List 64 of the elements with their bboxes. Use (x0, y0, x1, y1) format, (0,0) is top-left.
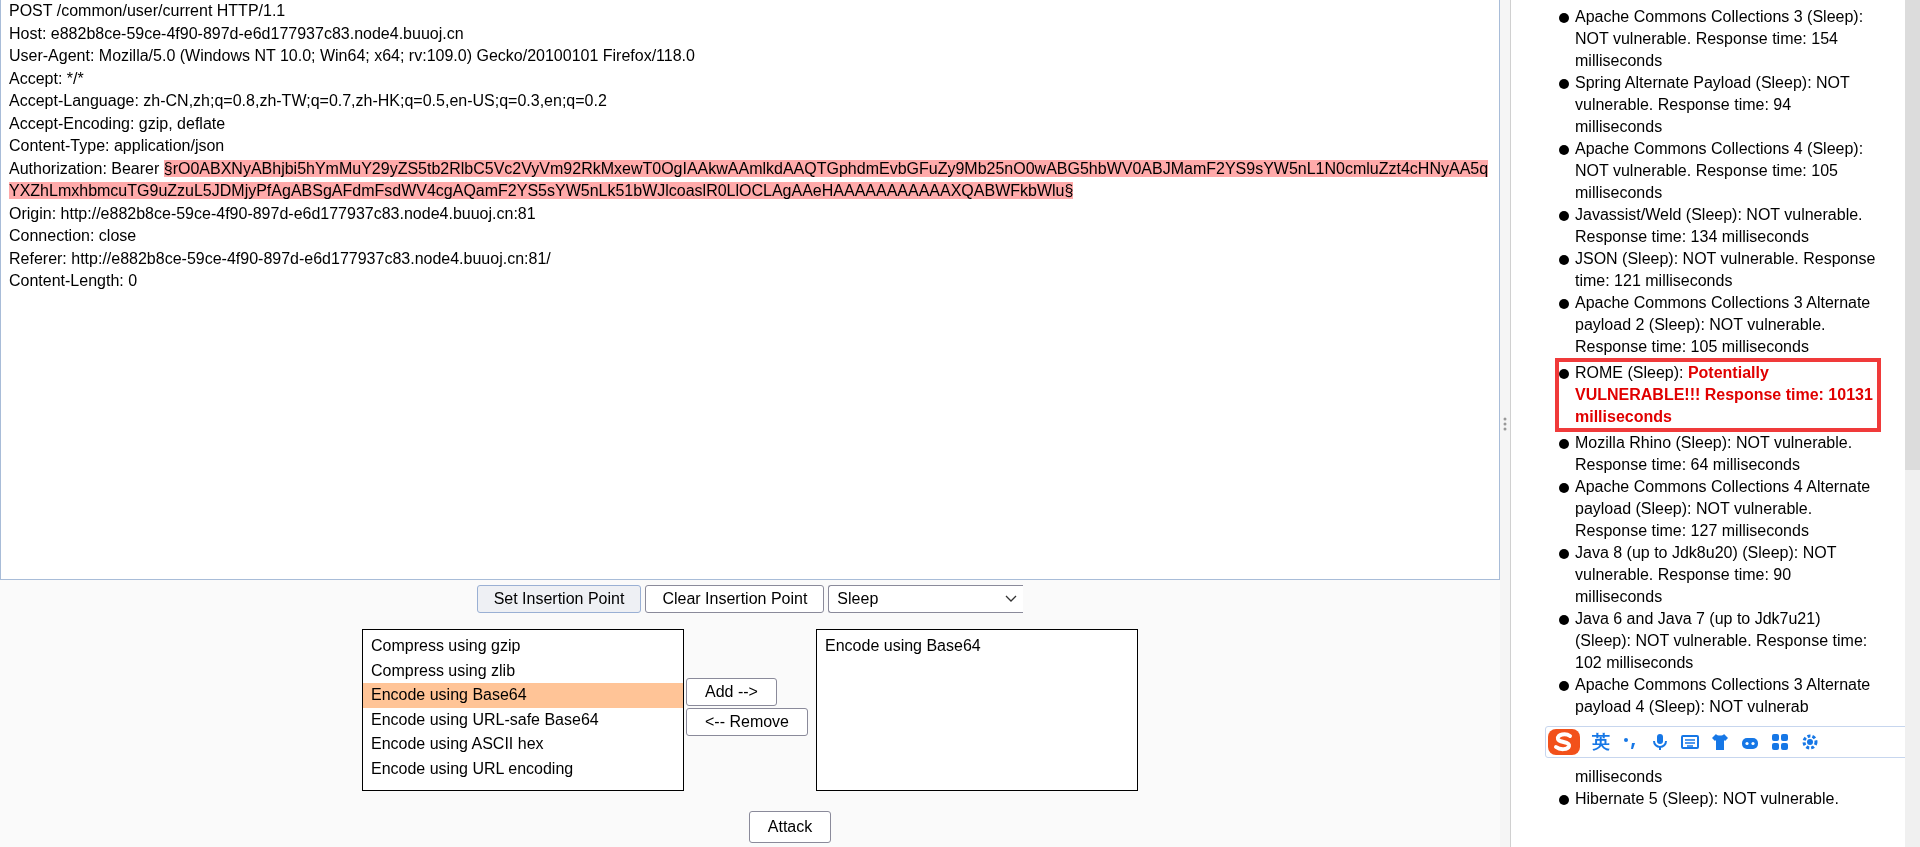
bullet-icon (1559, 299, 1569, 309)
remove-button[interactable]: <-- Remove (686, 708, 808, 736)
result-text: Hibernate 5 (Sleep): NOT vulnerable. (1575, 789, 1839, 809)
request-line: Referer: http://e882b8ce-59ce-4f90-897d-e6d177937c83.node4.buuoj.cn:81/ (9, 248, 552, 269)
result-text: Java 8 (up to Jdk8u20) (Sleep): NOT vulnerable. Response time: 90 milliseconds (1575, 543, 1838, 607)
splitter-handle-icon[interactable] (1503, 416, 1507, 431)
clear-insertion-point-button[interactable]: Clear Insertion Point (645, 585, 825, 613)
bullet-icon (1559, 615, 1569, 625)
bullet-icon (1559, 369, 1569, 379)
selected-encoder-list[interactable]: Encode using Base64 (816, 629, 1138, 791)
result-text: Apache Commons Collections 3 Alternate payload 4 (Sleep): NOT vulnerab (1575, 675, 1872, 717)
request-line: POST /common/user/current HTTP/1.1 (9, 1, 287, 21)
logo-icon[interactable] (1546, 727, 1582, 757)
attack-button[interactable]: Attack (748, 811, 832, 843)
result-text: milliseconds (1574, 767, 1663, 787)
result-text: Apache Commons Collections 3 (Sleep): NOT vulnerable. Response time: 154 milliseconds (1575, 7, 1865, 71)
bullet-icon (1559, 795, 1569, 805)
encoder-option[interactable]: Encode using Base64 (363, 683, 683, 708)
caret-icon (1005, 595, 1018, 603)
payload-dropdown[interactable]: Sleep (828, 585, 1024, 613)
input-mode-label[interactable]: 英 (1592, 731, 1610, 753)
result-text: Spring Alternate Payload (Sleep): NOT vulnerable. Response time: 94 milliseconds (1575, 73, 1851, 137)
bullet-icon (1559, 13, 1569, 23)
encoder-option[interactable]: Compress using zlib (363, 658, 683, 683)
shirt-icon[interactable] (1710, 732, 1730, 752)
bullet-icon (1559, 681, 1569, 691)
set-insertion-point-button[interactable]: Set Insertion Point (476, 585, 642, 613)
request-line: User-Agent: Mozilla/5.0 (Windows NT 10.0; Win64; x64; rv:109.0) Gecko/20100101 Firefox/118.0 (9, 46, 696, 66)
request-line: Accept-Language: zh-CN,zh;q=0.8,zh-TW;q=0.7,zh-HK;q=0.5,en-US;q=0.3,en;q=0.2 (9, 91, 608, 111)
result-text: Apache Commons Collections 4 (Sleep): NOT vulnerable. Response time: 105 milliseconds (1575, 139, 1865, 203)
bullet-icon (1559, 439, 1569, 449)
request-editor[interactable] (0, 0, 1500, 580)
request-line: Origin: http://e882b8ce-59ce-4f90-897d-e6d177937c83.node4.buuoj.cn:81 (9, 203, 537, 224)
bullet-icon (1559, 211, 1569, 221)
encoder-option[interactable]: Encode using URL-safe Base64 (363, 707, 683, 732)
bullet-icon (1559, 255, 1569, 265)
result-text: ROME (Sleep): Potentially VULNERABLE!!! Response time: 10131 milliseconds (1575, 363, 1874, 427)
request-line: Accept: */* (9, 68, 85, 89)
result-text: Javassist/Weld (Sleep): NOT vulnerable. Response time: 134 milliseconds (1575, 205, 1864, 247)
result-text: Apache Commons Collections 3 Alternate payload 2 (Sleep): NOT vulnerable. Response time: 105 milliseconds (1575, 293, 1872, 357)
request-line: Accept-Encoding: gzip, deflate (9, 113, 227, 134)
request-line: Content-Length: 0 (9, 271, 139, 291)
bullet-icon (1559, 483, 1569, 493)
scrollbar[interactable] (1905, 0, 1920, 847)
result-text: JSON (Sleep): NOT vulnerable. Response time: 121 milliseconds (1575, 249, 1877, 291)
microphone-icon[interactable] (1650, 732, 1670, 752)
request-line: Content-Type: application/json (9, 136, 226, 156)
result-text: Apache Commons Collections 4 Alternate payload (Sleep): NOT vulnerable. Response time: 127 milliseconds (1575, 477, 1872, 541)
gear-icon[interactable] (1800, 732, 1820, 752)
add-button[interactable]: Add --> (686, 678, 777, 706)
result-text: Java 6 and Java 7 (up to Jdk7u21) (Sleep): NOT vulnerable. Response time: 102 milliseconds (1575, 609, 1869, 673)
bullet-icon (1559, 79, 1569, 89)
encoder-option[interactable]: Encode using Base64 (817, 634, 1137, 659)
bullet-icon (1559, 549, 1569, 559)
encoder-option[interactable]: Compress using gzip (363, 634, 683, 659)
encoder-list[interactable]: Compress using gzip Compress using zlib Encode using Base64 Encode using URL-safe Base64 Encode using ASCII hex Encode using URL encoding (362, 629, 684, 791)
grid-icon[interactable] (1770, 732, 1790, 752)
encoder-option[interactable]: Encode using ASCII hex (363, 732, 683, 757)
result-text: Mozilla Rhino (Sleep): NOT vulnerable. Response time: 64 milliseconds (1575, 433, 1854, 475)
bullet-icon (1559, 145, 1569, 155)
request-line: Connection: close (9, 226, 138, 246)
request-line: Host: e882b8ce-59ce-4f90-897d-e6d177937c83.node4.buuoj.cn (9, 23, 465, 44)
encoder-option[interactable]: Encode using URL encoding (363, 756, 683, 781)
keyboard-icon[interactable] (1680, 732, 1700, 752)
